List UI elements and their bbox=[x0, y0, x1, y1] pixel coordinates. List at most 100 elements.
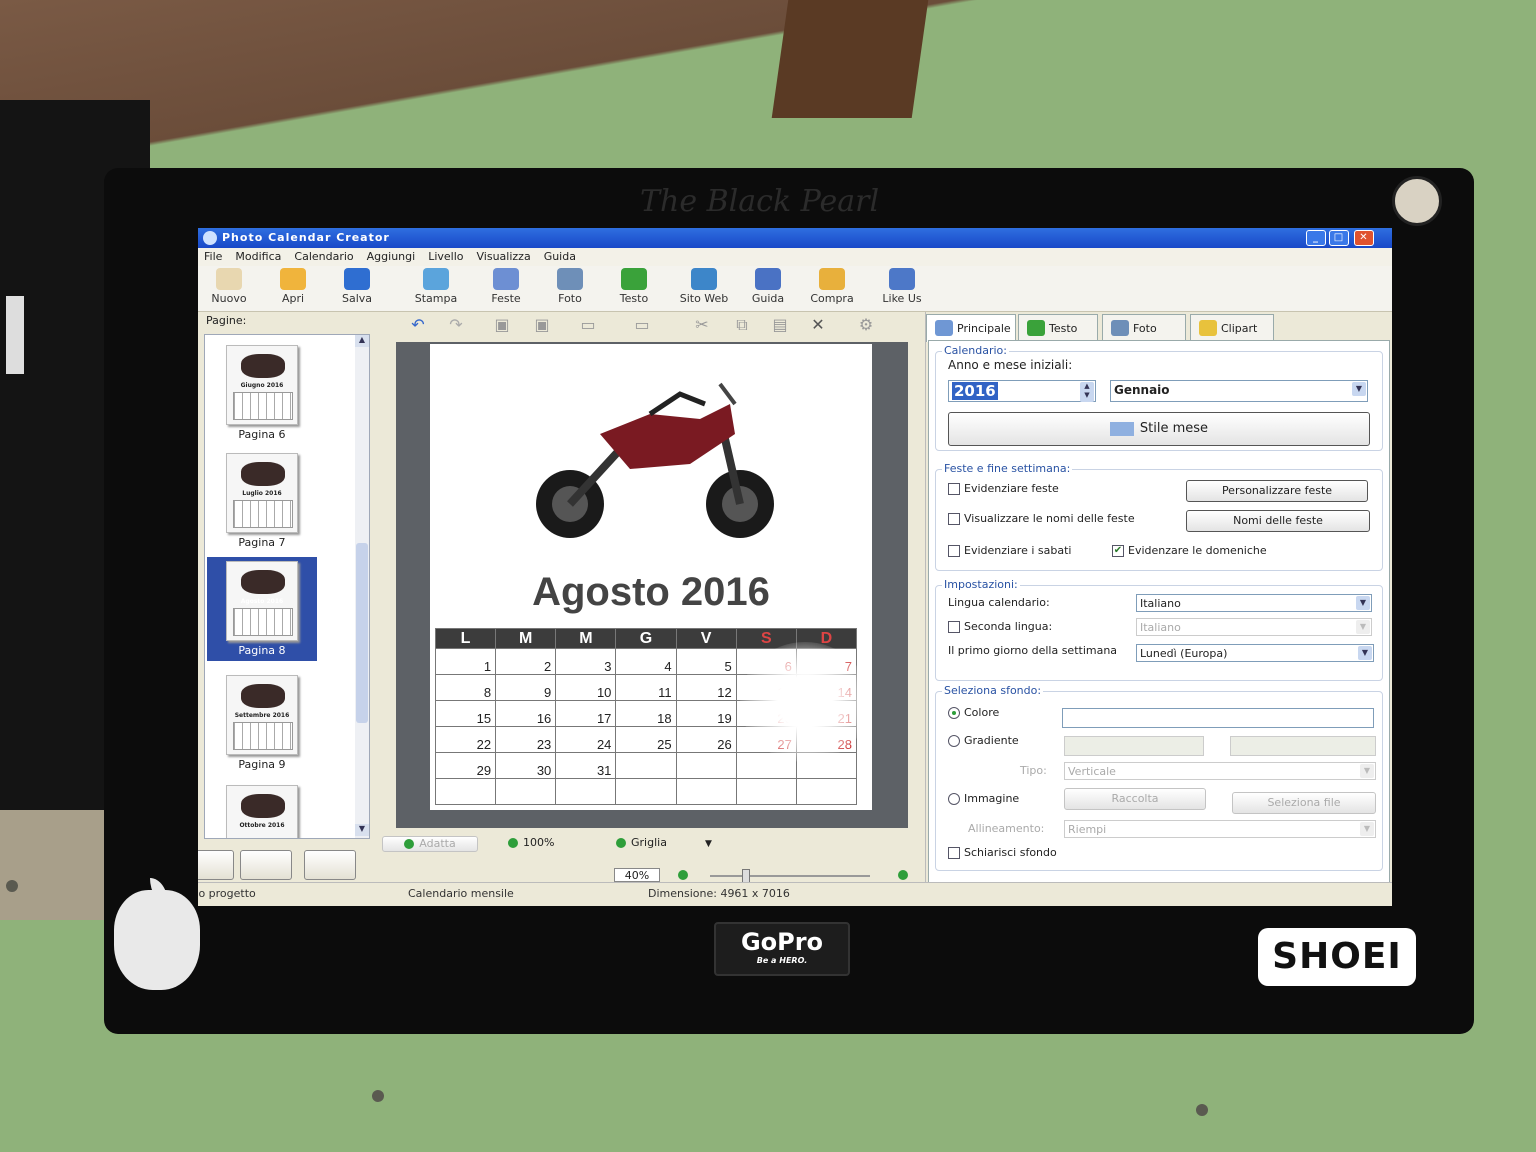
fit-button[interactable]: Adatta bbox=[382, 836, 478, 852]
holidays-button[interactable]: Feste bbox=[484, 268, 528, 310]
scroll-down-icon[interactable]: ▼ bbox=[355, 824, 369, 836]
tab-foto[interactable]: Foto bbox=[1102, 314, 1186, 340]
evidenziare-sabati-checkbox[interactable]: Evidenziare i sabati bbox=[948, 544, 1071, 557]
sfondo-group: Seleziona sfondo: Colore Gradiente Tipo:… bbox=[935, 684, 1383, 871]
nomi-delle-feste-button[interactable]: Nomi delle feste bbox=[1186, 510, 1370, 532]
bring-front-icon[interactable]: ▣ bbox=[492, 316, 512, 334]
properties-icon[interactable]: ⚙ bbox=[856, 316, 876, 334]
text-button-label: Testo bbox=[619, 292, 649, 305]
motorcycle-thumbnail bbox=[241, 462, 285, 486]
redo-icon[interactable]: ↷ bbox=[446, 316, 466, 334]
gradient-color-1[interactable] bbox=[1064, 736, 1204, 756]
calendar-day-cell: 19 bbox=[675, 700, 737, 727]
menu-calendario[interactable]: Calendario bbox=[288, 248, 360, 263]
seleziona-file-button[interactable]: Seleziona file bbox=[1232, 792, 1376, 814]
menu-file[interactable]: File bbox=[198, 248, 229, 263]
tab-testo[interactable]: Testo bbox=[1018, 314, 1098, 340]
fit-icon bbox=[404, 839, 415, 849]
align-icon[interactable]: ▭ bbox=[578, 316, 598, 334]
thumbnail-caption: Settembre 2016 bbox=[234, 712, 290, 719]
page-thumbnail[interactable]: Ottobre 2016 bbox=[207, 785, 317, 838]
page-thumbnail-selected[interactable]: Agosto 2016 Pagina 8 bbox=[207, 557, 317, 661]
scrollbar-thumb[interactable] bbox=[356, 543, 368, 723]
zoom-100-button[interactable]: 100% bbox=[508, 836, 554, 849]
properties-tabs: Principale Testo Foto Clipart bbox=[926, 312, 1392, 342]
evidenziare-feste-checkbox[interactable]: Evidenziare feste bbox=[948, 482, 1059, 495]
motorcycle-photo bbox=[536, 382, 774, 538]
visualizzare-nomi-checkbox[interactable]: Visualizzare le nomi delle feste bbox=[948, 512, 1135, 525]
delete-icon[interactable]: ✕ bbox=[808, 316, 828, 334]
calendar-icon bbox=[935, 320, 953, 336]
grid-button[interactable]: Griglia ▼ bbox=[616, 836, 712, 849]
immagine-radio[interactable]: Immagine bbox=[948, 792, 1019, 805]
guide-button[interactable]: Guida bbox=[746, 268, 790, 310]
close-button[interactable]: ✕ bbox=[1354, 230, 1374, 246]
duplicate-page-button[interactable] bbox=[240, 850, 292, 880]
thumbnail-label: Pagina 7 bbox=[238, 536, 286, 549]
page-thumbnail[interactable]: Luglio 2016 Pagina 7 bbox=[207, 453, 317, 549]
status-calendar-type: Calendario mensile bbox=[408, 887, 514, 900]
undo-icon[interactable]: ↶ bbox=[408, 316, 428, 334]
add-page-button[interactable] bbox=[198, 850, 234, 880]
tab-clipart[interactable]: Clipart bbox=[1190, 314, 1274, 340]
layer-icon[interactable]: ▭ bbox=[632, 316, 652, 334]
impostazioni-group-label: Impostazioni: bbox=[942, 578, 1020, 591]
seconda-lingua-checkbox[interactable]: Seconda lingua: bbox=[948, 620, 1052, 633]
like-us-button[interactable]: Like Us bbox=[878, 268, 926, 310]
grid-dropdown-icon[interactable]: ▼ bbox=[705, 839, 712, 849]
cut-icon[interactable]: ✂ bbox=[692, 316, 712, 334]
menu-aggiungi[interactable]: Aggiungi bbox=[361, 248, 423, 263]
start-month-select[interactable]: Gennaio ▼ bbox=[1110, 380, 1368, 402]
year-spinner[interactable]: 2016 ▲ ▼ bbox=[948, 380, 1096, 402]
spinner-arrows-icon[interactable]: ▲ ▼ bbox=[1080, 382, 1094, 402]
menu-modifica[interactable]: Modifica bbox=[229, 248, 288, 263]
menu-guida[interactable]: Guida bbox=[538, 248, 583, 263]
raccolta-button[interactable]: Raccolta bbox=[1064, 788, 1206, 810]
send-back-icon[interactable]: ▣ bbox=[532, 316, 552, 334]
zoom-slider-knob[interactable] bbox=[742, 869, 750, 883]
lingua-calendario-select[interactable]: Italiano ▼ bbox=[1136, 594, 1372, 612]
schiarisci-sfondo-checkbox[interactable]: Schiarisci sfondo bbox=[948, 846, 1057, 859]
menu-visualizza[interactable]: Visualizza bbox=[471, 248, 538, 263]
photo-button[interactable]: Foto bbox=[548, 268, 592, 310]
stile-mese-label: Stile mese bbox=[1139, 421, 1209, 436]
tab-principale[interactable]: Principale bbox=[926, 314, 1016, 342]
scroll-up-icon[interactable]: ▲ bbox=[355, 335, 369, 347]
delete-page-button[interactable] bbox=[304, 850, 356, 880]
photo-button-label: Foto bbox=[558, 292, 582, 305]
page-thumbnail[interactable]: Settembre 2016 Pagina 9 bbox=[207, 675, 317, 771]
personalizzare-feste-button[interactable]: Personalizzare feste bbox=[1186, 480, 1368, 502]
open-button[interactable]: Apri bbox=[270, 268, 316, 310]
website-button[interactable]: Sito Web bbox=[674, 268, 734, 310]
zoom-level-field[interactable]: 40% bbox=[614, 868, 660, 882]
page-thumbnail[interactable]: Giugno 2016 Pagina 6 bbox=[207, 345, 317, 441]
menu-livello[interactable]: Livello bbox=[422, 248, 470, 263]
gradient-color-2[interactable] bbox=[1230, 736, 1376, 756]
maximize-button[interactable]: □ bbox=[1329, 230, 1349, 246]
stile-mese-button[interactable]: Stile mese bbox=[948, 412, 1370, 446]
buy-button-label: Compra bbox=[810, 292, 854, 305]
seconda-lingua-select[interactable]: Italiano ▼ bbox=[1136, 618, 1372, 636]
zoom-slider[interactable] bbox=[710, 875, 870, 877]
primo-giorno-select[interactable]: Lunedì (Europa) ▼ bbox=[1136, 644, 1374, 662]
minimize-button[interactable]: _ bbox=[1306, 230, 1326, 246]
copy-icon[interactable]: ⧉ bbox=[732, 316, 752, 334]
zoom-out-icon[interactable] bbox=[678, 870, 688, 880]
allineamento-select[interactable]: Riempi ▼ bbox=[1064, 820, 1376, 838]
zoom-in-icon[interactable] bbox=[898, 870, 908, 880]
tipo-select[interactable]: Verticale ▼ bbox=[1064, 762, 1376, 780]
colore-radio[interactable]: Colore bbox=[948, 706, 999, 719]
gradiente-radio[interactable]: Gradiente bbox=[948, 734, 1019, 747]
save-button[interactable]: Salva bbox=[334, 268, 380, 310]
new-button[interactable]: Nuovo bbox=[206, 268, 252, 310]
buy-button[interactable]: Compra bbox=[804, 268, 860, 310]
thumbs-up-icon bbox=[889, 268, 915, 290]
print-button[interactable]: Stampa bbox=[408, 268, 464, 310]
thumbnail-scrollbar[interactable]: ▲ ▼ bbox=[355, 335, 369, 838]
paste-icon[interactable]: ▤ bbox=[770, 316, 790, 334]
color-picker-field[interactable] bbox=[1062, 708, 1374, 728]
thumbnail-label: Pagina 6 bbox=[238, 428, 286, 441]
evidenziare-domeniche-checkbox[interactable]: ✔ Evidenzare le domeniche bbox=[1112, 544, 1267, 557]
text-button[interactable]: Testo bbox=[612, 268, 656, 310]
radio-icon bbox=[948, 735, 960, 747]
